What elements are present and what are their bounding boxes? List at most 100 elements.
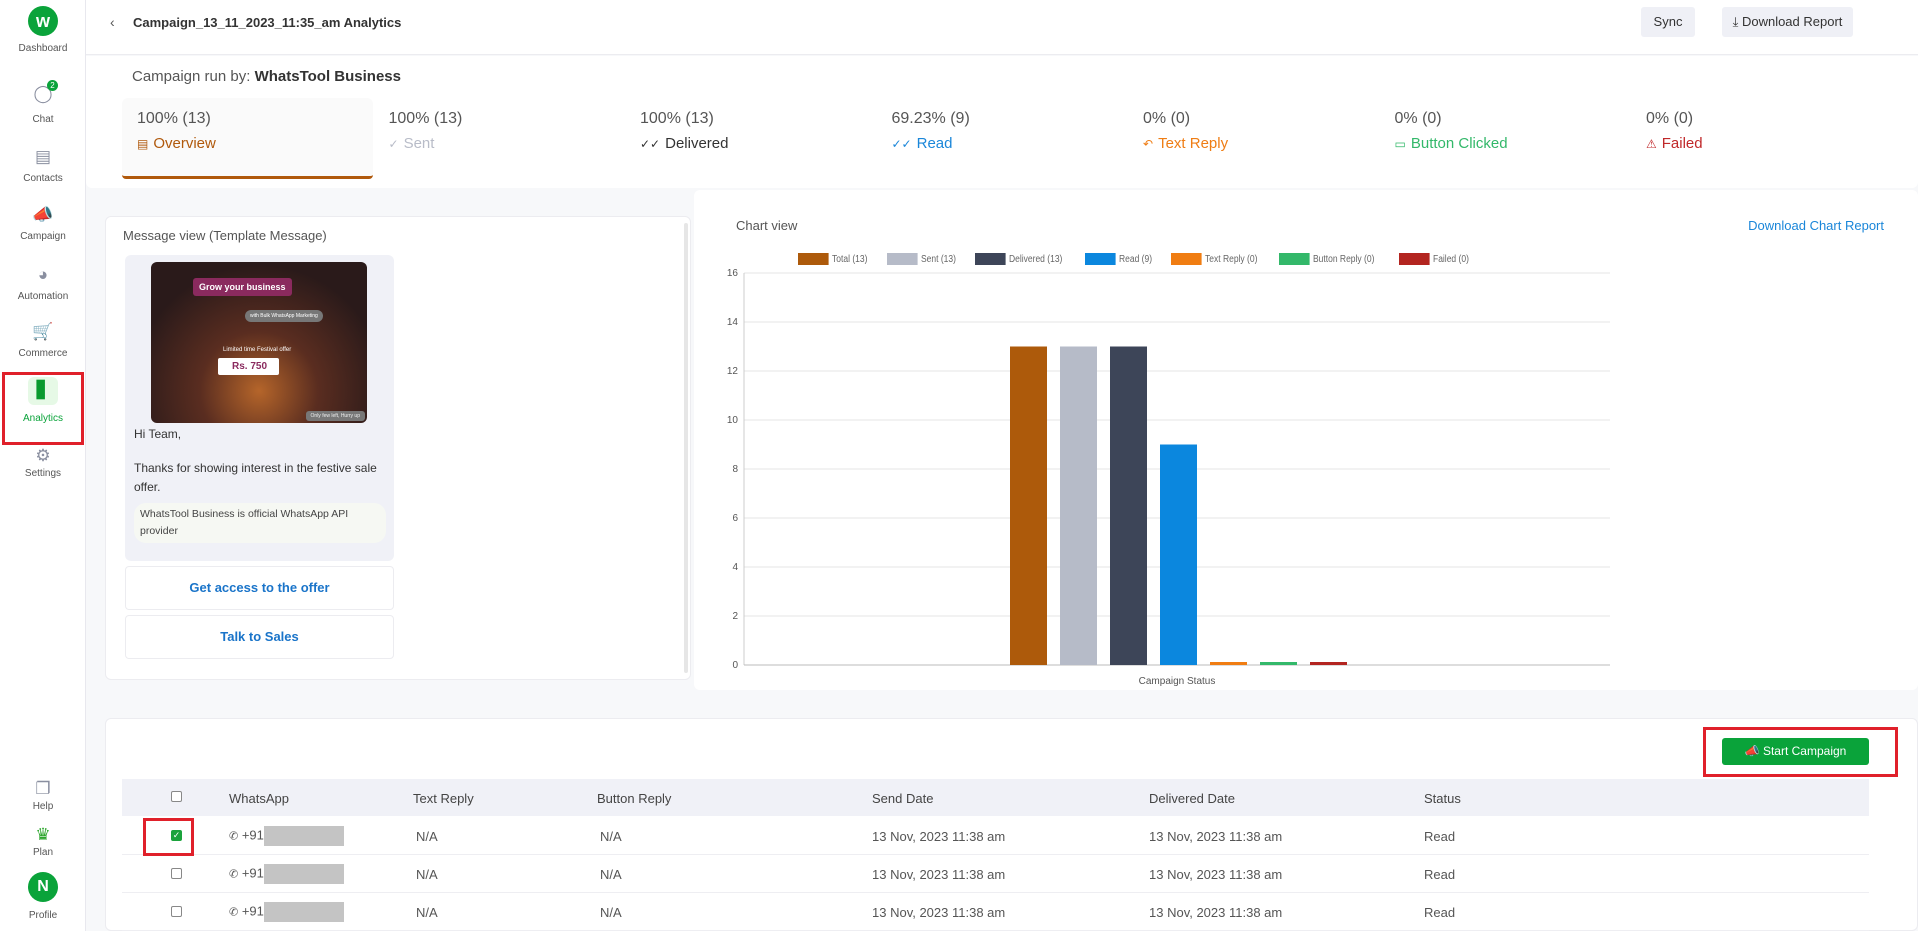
bar-read[interactable] bbox=[1160, 444, 1197, 666]
stat-label: ✓✓ Delivered bbox=[640, 135, 728, 152]
sidebar-item-help[interactable]: ❐ Help bbox=[0, 779, 86, 812]
cell-send-date: 13 Nov, 2023 11:38 am bbox=[872, 829, 1006, 844]
sidebar: w Dashboard ◯ 2 Chat ▤ Contacts 📣 Campai… bbox=[0, 0, 86, 931]
y-tick-label: 16 bbox=[727, 268, 739, 279]
message-body: Thanks for showing interest in the festi… bbox=[134, 461, 377, 494]
template-button-talk-to-sales[interactable]: Talk to Sales bbox=[125, 615, 394, 659]
stat-label-text: Delivered bbox=[665, 135, 729, 152]
bar-button-reply[interactable] bbox=[1260, 662, 1297, 665]
stats-card: Campaign run by: WhatsTool Business bbox=[86, 56, 1918, 188]
stat-label-text: Text Reply bbox=[1158, 135, 1229, 152]
message-bubble: Grow your business with Bulk WhatsApp Ma… bbox=[125, 255, 394, 561]
download-report-button[interactable]: ⤓ Download Report bbox=[1722, 7, 1853, 37]
tab-overview[interactable]: 100% (13) ▤ Overview bbox=[137, 110, 216, 152]
chat-badge: 2 bbox=[47, 80, 58, 91]
stat-value: 0% (0) bbox=[1646, 110, 1694, 127]
sync-button[interactable]: Sync bbox=[1641, 7, 1695, 37]
cell-status: Read bbox=[1424, 867, 1456, 882]
sidebar-item-dashboard[interactable]: w Dashboard bbox=[0, 6, 86, 54]
cell-button-reply: N/A bbox=[600, 829, 622, 844]
tab-failed[interactable]: 0% (0) ⚠ Failed bbox=[1646, 110, 1703, 152]
cell-send-date: 13 Nov, 2023 11:38 am bbox=[872, 905, 1006, 920]
bar-sent[interactable] bbox=[1060, 346, 1097, 666]
bar-total[interactable] bbox=[1010, 346, 1047, 666]
whatsapp-number: ✆ +91 bbox=[229, 902, 344, 922]
bar-text-reply[interactable] bbox=[1210, 662, 1247, 665]
help-icon: ❐ bbox=[35, 779, 51, 798]
sidebar-item-label: Settings bbox=[24, 468, 62, 479]
sidebar-item-label: Campaign bbox=[20, 231, 66, 242]
whatsapp-number: ✆ +91 bbox=[229, 864, 344, 884]
cell-delivered-date: 13 Nov, 2023 11:38 am bbox=[1149, 867, 1283, 882]
template-image: Grow your business with Bulk WhatsApp Ma… bbox=[151, 262, 367, 423]
button-icon: ▭ bbox=[1394, 137, 1406, 151]
sidebar-item-commerce[interactable]: 🛒 Commerce bbox=[0, 322, 86, 359]
stat-label-text: Read bbox=[916, 135, 953, 152]
cart-icon: 🛒 bbox=[32, 322, 54, 341]
stat-label-text: Failed bbox=[1661, 135, 1703, 152]
whatsapp-number: ✆ +91 bbox=[229, 826, 344, 846]
image-sub: with Bulk WhatsApp Marketing bbox=[245, 310, 323, 322]
redacted-number bbox=[263, 826, 344, 846]
image-footer: Only few left, Hurry up bbox=[305, 411, 365, 421]
page-title: Campaign_13_11_2023_11:35_am Analytics bbox=[133, 15, 402, 30]
y-tick-label: 0 bbox=[732, 660, 738, 671]
bar-chart: 0 2 4 6 8 10 12 14 16 Campaign Status bbox=[727, 268, 1610, 687]
cell-text-reply: N/A bbox=[416, 905, 438, 920]
download-report-label: Download Report bbox=[1741, 14, 1843, 29]
header: ‹ Campaign_13_11_2023_11:35_am Analytics… bbox=[86, 0, 1918, 55]
image-price: Rs. 750 bbox=[218, 358, 280, 375]
table-header bbox=[122, 779, 1869, 816]
sidebar-item-label: Plan bbox=[32, 847, 53, 858]
scrollbar[interactable] bbox=[684, 223, 688, 673]
row-checkbox[interactable] bbox=[171, 868, 182, 879]
cell-delivered-date: 13 Nov, 2023 11:38 am bbox=[1149, 905, 1283, 920]
template-button-get-access[interactable]: Get access to the offer bbox=[125, 566, 394, 610]
message-greeting: Hi Team, bbox=[134, 427, 182, 441]
y-tick-label: 12 bbox=[727, 366, 739, 377]
sidebar-item-settings[interactable]: ⚙ Settings bbox=[0, 446, 86, 479]
sidebar-item-label: Help bbox=[32, 801, 54, 812]
sidebar-item-chat[interactable]: ◯ 2 Chat bbox=[0, 80, 86, 125]
sidebar-item-automation[interactable]: ◕ Automation bbox=[0, 265, 86, 302]
cell-send-date: 13 Nov, 2023 11:38 am bbox=[872, 867, 1006, 882]
sidebar-item-plan[interactable]: ♛ Plan bbox=[0, 825, 86, 858]
stat-label: ⚠ Failed bbox=[1646, 135, 1703, 152]
sidebar-item-campaign[interactable]: 📣 Campaign bbox=[0, 205, 86, 242]
y-tick-label: 4 bbox=[732, 562, 738, 573]
highlight-box bbox=[2, 372, 84, 445]
stat-label-text: Sent bbox=[403, 135, 435, 152]
reply-icon: ↶ bbox=[1143, 137, 1154, 151]
tab-read[interactable]: 69.23% (9) ✓✓ Read bbox=[892, 110, 970, 152]
column-header: Button Reply bbox=[597, 791, 672, 806]
highlight-box bbox=[1703, 727, 1898, 777]
row-checkbox[interactable] bbox=[171, 906, 182, 917]
alert-icon: ⚠ bbox=[1646, 137, 1657, 151]
message-footer: WhatsTool Business is official WhatsApp … bbox=[134, 503, 386, 543]
stat-value: 69.23% (9) bbox=[891, 110, 970, 127]
sidebar-item-contacts[interactable]: ▤ Contacts bbox=[0, 147, 86, 184]
run-by-label: Campaign run by: bbox=[132, 68, 251, 85]
column-header: WhatsApp bbox=[229, 791, 289, 806]
tab-text-reply[interactable]: 0% (0) ↶ Text Reply bbox=[1143, 110, 1228, 152]
contacts-icon: ▤ bbox=[34, 147, 52, 166]
y-tick-label: 6 bbox=[732, 513, 738, 524]
back-icon[interactable]: ‹ bbox=[110, 14, 115, 30]
sidebar-item-profile[interactable]: N Profile bbox=[0, 872, 86, 921]
check-icon: ✓ bbox=[388, 137, 399, 151]
column-header: Status bbox=[1424, 791, 1461, 806]
stat-label: ↶ Text Reply bbox=[1143, 135, 1228, 152]
stat-value: 0% (0) bbox=[1143, 110, 1191, 127]
tab-delivered[interactable]: 100% (13) ✓✓ Delivered bbox=[640, 110, 728, 152]
bar-failed[interactable] bbox=[1310, 662, 1347, 665]
stat-label: ✓✓ Read bbox=[892, 135, 970, 152]
tab-sent[interactable]: 100% (13) ✓ Sent bbox=[389, 110, 463, 152]
tab-button-clicked[interactable]: 0% (0) ▭ Button Clicked bbox=[1395, 110, 1508, 152]
whatsapp-icon: ✆ bbox=[229, 868, 239, 881]
stat-value: 100% (13) bbox=[640, 110, 714, 127]
gear-icon: ⚙ bbox=[35, 446, 51, 465]
stat-label: ▤ Overview bbox=[137, 135, 216, 152]
phone-prefix: +91 bbox=[241, 827, 264, 843]
select-all-checkbox[interactable] bbox=[171, 791, 182, 802]
bar-delivered[interactable] bbox=[1110, 346, 1147, 666]
